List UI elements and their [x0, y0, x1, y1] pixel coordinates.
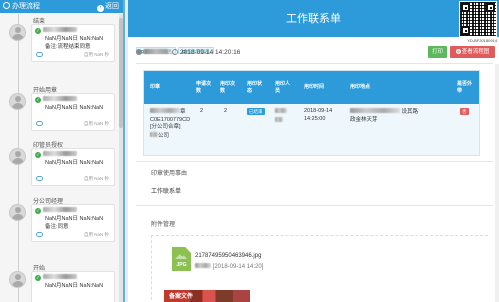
col-header-outside: 是否外带 [457, 80, 473, 94]
step-meta: 自用 NaN 秒 [83, 52, 109, 57]
blurred-location [350, 108, 400, 113]
col-header-used-count: 用印次数 [220, 80, 236, 94]
comment-icon[interactable] [36, 121, 43, 126]
step-card: ✓ NaN月NaN日 NaN:NaN 自用 NaN 秒 [31, 93, 115, 131]
step-line1: NaN月NaN日 NaN:NaN [45, 36, 104, 42]
table-header: 印章 申请次数 用印次数 用印状态 用印人员 用印时间 用印地点 是否外带 [144, 71, 479, 104]
step-line2: 备注:流程结束同意 [45, 44, 91, 50]
col-header-apply-count: 申请次数 [196, 80, 212, 94]
clock-icon [172, 49, 178, 55]
avatar [9, 24, 26, 41]
process-panel-scrollbar[interactable] [119, 14, 123, 302]
page-title: 工作联系单 [286, 13, 341, 25]
back-button[interactable]: ‹ 返回 [97, 0, 119, 13]
step-card: ✓ NaN月NaN日 NaN:NaN 备注:流程结束同意 自用 NaN 秒 [31, 24, 115, 62]
step-line2: NaN月NaN日 NaN:NaN [45, 105, 104, 111]
step-line3: 备注:同意 [45, 224, 69, 230]
process-panel-title: 办理流程 [12, 3, 40, 10]
check-icon: ✓ [35, 208, 41, 214]
step-card: ✓ NaN月NaN日 NaN:NaN 自用 NaN 秒 [31, 148, 115, 186]
qr-code [459, 1, 497, 37]
col-header-user: 用印人员 [275, 80, 291, 94]
blurred-applicant [144, 49, 168, 54]
col-header-time: 用印时间 [304, 84, 325, 90]
comment-icon[interactable] [36, 52, 43, 57]
blurred-uploader [195, 263, 211, 268]
attachment-thumbnail[interactable]: 备案文件 [164, 290, 250, 302]
cell-time: 2018-09-14 14:25:00 [304, 108, 333, 122]
comment-icon[interactable] [36, 232, 43, 237]
cell-status: 已结束 [247, 108, 265, 117]
blurred-text [150, 108, 180, 113]
title-bar: 工作联系单 [128, 0, 499, 37]
back-label: 返回 [105, 3, 119, 10]
step-meta: 自用 NaN 秒 [83, 176, 109, 181]
main-content: 工作联系单 YD-BF20180914 印章使用业务综合管理部 2018-09-… [128, 0, 499, 302]
back-arrow-icon: ‹ [97, 5, 104, 12]
divider [136, 161, 493, 162]
step-line2: NaN月NaN日 NaN:NaN [45, 283, 104, 289]
blurred-name [43, 27, 77, 32]
blurred-name [43, 96, 77, 101]
avatar [9, 271, 26, 288]
view-flowchart-button[interactable]: ⊕ 查看流程图 [450, 46, 495, 58]
col-header-seal: 印章 [150, 84, 161, 90]
blurred-user [275, 108, 287, 113]
process-panel: 办理流程 ‹ 返回 结束 ✓ NaN月NaN日 NaN:NaN 备注:流程结束同意… [0, 0, 125, 302]
reason-text: 工作联系单 [151, 189, 182, 195]
status-badge: 已结束 [247, 108, 265, 115]
cell-used-count: 2 [224, 108, 228, 114]
reason-label: 印章使用事由 [151, 171, 188, 177]
app-frame: 办理流程 ‹ 返回 结束 ✓ NaN月NaN日 NaN:NaN 备注:流程结束同意… [0, 0, 499, 302]
blurred-name [43, 151, 77, 156]
jpg-file-icon[interactable]: JPG [172, 247, 191, 271]
main-scrollbar[interactable] [495, 64, 499, 302]
step-meta: 自用 NaN 秒 [83, 232, 109, 237]
step-card: ✓ NaN月NaN日 NaN:NaN 备注:同意 自用 NaN 秒 [31, 204, 115, 242]
blurred-name [43, 207, 77, 212]
comment-icon[interactable] [36, 176, 43, 181]
qr-id: YD-BF20180914 [467, 38, 497, 43]
blurred-name [43, 274, 77, 279]
col-header-status: 用印状态 [247, 80, 263, 94]
divider [136, 205, 493, 206]
divider [136, 63, 493, 64]
check-icon: ✓ [35, 152, 41, 158]
col-header-location: 用印地点 [350, 84, 371, 90]
outside-badge: 否 [460, 108, 469, 115]
cell-outside: 否 [460, 108, 469, 117]
check-icon: ✓ [35, 275, 41, 281]
attachment-meta: [2018-09-14 14:20] [195, 263, 263, 270]
gear-icon [3, 2, 10, 9]
avatar [9, 204, 26, 221]
avatar [9, 148, 26, 165]
user-icon [136, 49, 142, 55]
tag-row: 印章使用业务综合管理部 [136, 40, 216, 54]
step-card: ✓ NaN月NaN日 NaN:NaN [31, 271, 115, 302]
applicant-row: 2018-09-14 14:20:16 [136, 49, 240, 56]
attachment-name[interactable]: 21787495950463946.jpg [195, 253, 261, 259]
attachments-label: 附件管理 [151, 222, 176, 228]
process-panel-header: 办理流程 ‹ 返回 [0, 0, 123, 13]
table-row: 章 C0E1700779CD [分公司合章] 公司 2 2 已结束 2018-0… [144, 104, 479, 155]
step-line2: NaN月NaN日 NaN:NaN [45, 160, 104, 166]
print-button[interactable]: 打印 [428, 46, 447, 58]
submit-time: 2018-09-14 14:20:16 [180, 49, 241, 56]
flowchart-icon: ⊕ [455, 49, 461, 54]
cell-user [275, 108, 287, 125]
cell-apply-count: 2 [200, 108, 204, 114]
check-icon: ✓ [35, 97, 41, 103]
scrollbar-thumb[interactable] [119, 18, 123, 128]
cell-location: 设其路 政金林天芽 [350, 108, 419, 123]
seal-table: 印章 申请次数 用印次数 用印状态 用印人员 用印时间 用印地点 是否外带 章 … [143, 70, 480, 156]
avatar [9, 93, 26, 110]
step-meta: 自用 NaN 秒 [83, 121, 109, 126]
step-line2: NaN月NaN日 NaN:NaN [45, 216, 104, 222]
cell-seal: 章 C0E1700779CD [分公司合章] 公司 [150, 108, 191, 139]
check-icon: ✓ [35, 28, 41, 34]
